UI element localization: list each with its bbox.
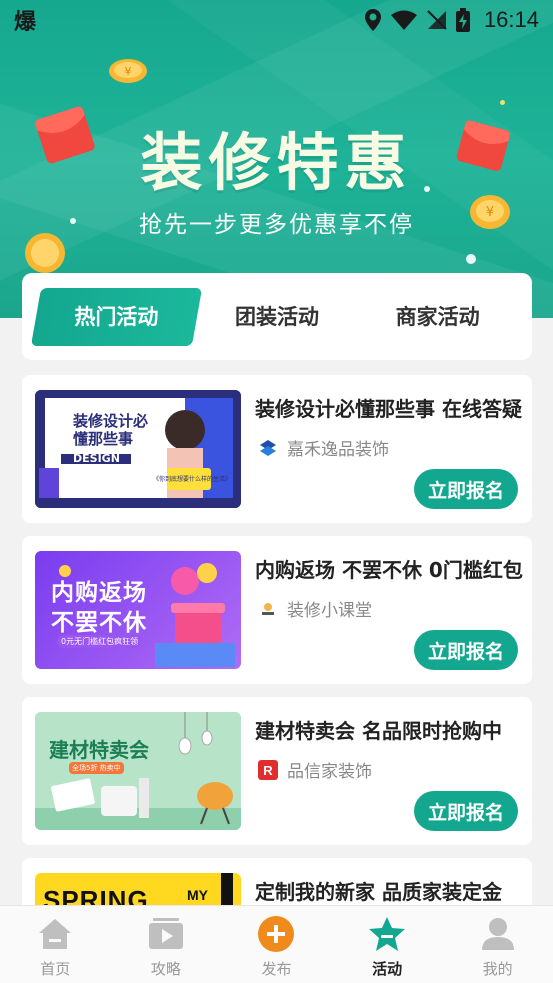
thumbnail-text: 不罢不休 bbox=[51, 610, 147, 636]
hero-banner: ¥ ¥ 装修特惠 抢先一步更多优惠享不停 bbox=[0, 0, 553, 318]
thumbnail-text: 内购返场 bbox=[51, 580, 147, 606]
activity-thumbnail: 装修设计必 懂那些事 DESIGN 《你到底想要什么样的生活》 bbox=[35, 390, 241, 508]
status-time: 16:14 bbox=[483, 7, 539, 32]
merchant-name: 嘉禾逸品装饰 bbox=[287, 440, 389, 460]
activity-title: 建材特卖会 名品限时抢购中 bbox=[255, 719, 502, 743]
tab-hot-activities[interactable]: 热门活动 bbox=[36, 288, 197, 346]
nav-label: 发布 bbox=[261, 960, 292, 978]
nav-publish[interactable]: 发布 bbox=[221, 906, 332, 983]
coin-icon: ¥ bbox=[109, 59, 147, 83]
thumbnail-text: MY bbox=[187, 887, 208, 903]
thumbnail-text: 懂那些事 bbox=[73, 430, 134, 448]
signup-button[interactable]: 立即报名 bbox=[414, 469, 518, 509]
star-activity-icon bbox=[367, 914, 407, 954]
nav-label: 我的 bbox=[482, 960, 513, 978]
wifi-icon bbox=[390, 10, 417, 30]
video-guide-icon bbox=[146, 914, 186, 954]
merchant-logo bbox=[258, 598, 278, 619]
thumbnail-text: 建材特卖会 bbox=[49, 738, 149, 762]
home-icon bbox=[35, 914, 75, 954]
svg-text:R: R bbox=[263, 763, 273, 778]
merchant-info: 嘉禾逸品装饰 bbox=[258, 435, 389, 460]
nav-mine[interactable]: 我的 bbox=[442, 906, 553, 983]
thumbnail-text: 0元无门槛红包疯狂领 bbox=[57, 635, 143, 648]
nav-label: 活动 bbox=[372, 960, 403, 978]
thumbnail-text: 《你到底想要什么样的生活》 bbox=[153, 476, 232, 483]
location-icon bbox=[364, 9, 381, 31]
merchant-name: 品信家装饰 bbox=[287, 762, 372, 782]
tab-label: 热门活动 bbox=[74, 304, 159, 329]
merchant-info: 装修小课堂 bbox=[258, 596, 372, 621]
svg-text:¥: ¥ bbox=[125, 65, 132, 78]
activity-title: 定制我的新家 品质家装定金 bbox=[255, 880, 502, 904]
status-bar: 爆 16:14 bbox=[0, 0, 553, 40]
thumbnail-text: DESIGN bbox=[73, 452, 120, 465]
merchant-info: R 品信家装饰 bbox=[258, 757, 372, 782]
activity-thumbnail: 建材特卖会 全场5折 热卖中 bbox=[35, 712, 241, 830]
activity-title: 装修设计必懂那些事 在线答疑 bbox=[255, 397, 522, 421]
nav-label: 攻略 bbox=[150, 960, 181, 978]
nav-label: 首页 bbox=[40, 960, 71, 978]
add-circle-icon bbox=[256, 914, 296, 954]
app-notification-icon: 爆 bbox=[14, 10, 37, 35]
battery-charging-icon bbox=[455, 8, 470, 32]
hero-subtitle: 抢先一步更多优惠享不停 bbox=[139, 212, 414, 238]
activity-card[interactable]: 装修设计必 懂那些事 DESIGN 《你到底想要什么样的生活》 装修设计必懂那些… bbox=[22, 375, 532, 523]
merchant-logo: R bbox=[258, 759, 278, 780]
tab-merchant-activities[interactable]: 商家活动 bbox=[357, 288, 518, 346]
thumbnail-text: 全场5折 热卖中 bbox=[69, 762, 124, 774]
activity-title: 内购返场 不罢不休 0门槛红包 bbox=[255, 558, 523, 582]
signup-button[interactable]: 立即报名 bbox=[414, 630, 518, 670]
bottom-nav: 首页 攻略 发布 活动 我的 bbox=[0, 905, 553, 983]
user-icon bbox=[478, 914, 518, 954]
nav-guide[interactable]: 攻略 bbox=[111, 906, 222, 983]
no-signal-icon bbox=[427, 10, 447, 30]
merchant-logo bbox=[260, 439, 276, 456]
activity-thumbnail: 内购返场 不罢不休 0元无门槛红包疯狂领 bbox=[35, 551, 241, 669]
tab-group-activities[interactable]: 团装活动 bbox=[197, 288, 358, 346]
hero-title: 装修特惠 bbox=[140, 126, 413, 199]
nav-activity[interactable]: 活动 bbox=[332, 906, 443, 983]
activity-card[interactable]: 建材特卖会 全场5折 热卖中 建材特卖会 名品限时抢购中 R 品信家装饰 立即报… bbox=[22, 697, 532, 845]
merchant-name: 装修小课堂 bbox=[287, 601, 372, 621]
activity-tabs: 热门活动 团装活动 商家活动 bbox=[22, 273, 532, 360]
signup-button[interactable]: 立即报名 bbox=[414, 791, 518, 831]
nav-home[interactable]: 首页 bbox=[0, 906, 111, 983]
activity-card[interactable]: 内购返场 不罢不休 0元无门槛红包疯狂领 内购返场 不罢不休 0门槛红包 装修小… bbox=[22, 536, 532, 684]
